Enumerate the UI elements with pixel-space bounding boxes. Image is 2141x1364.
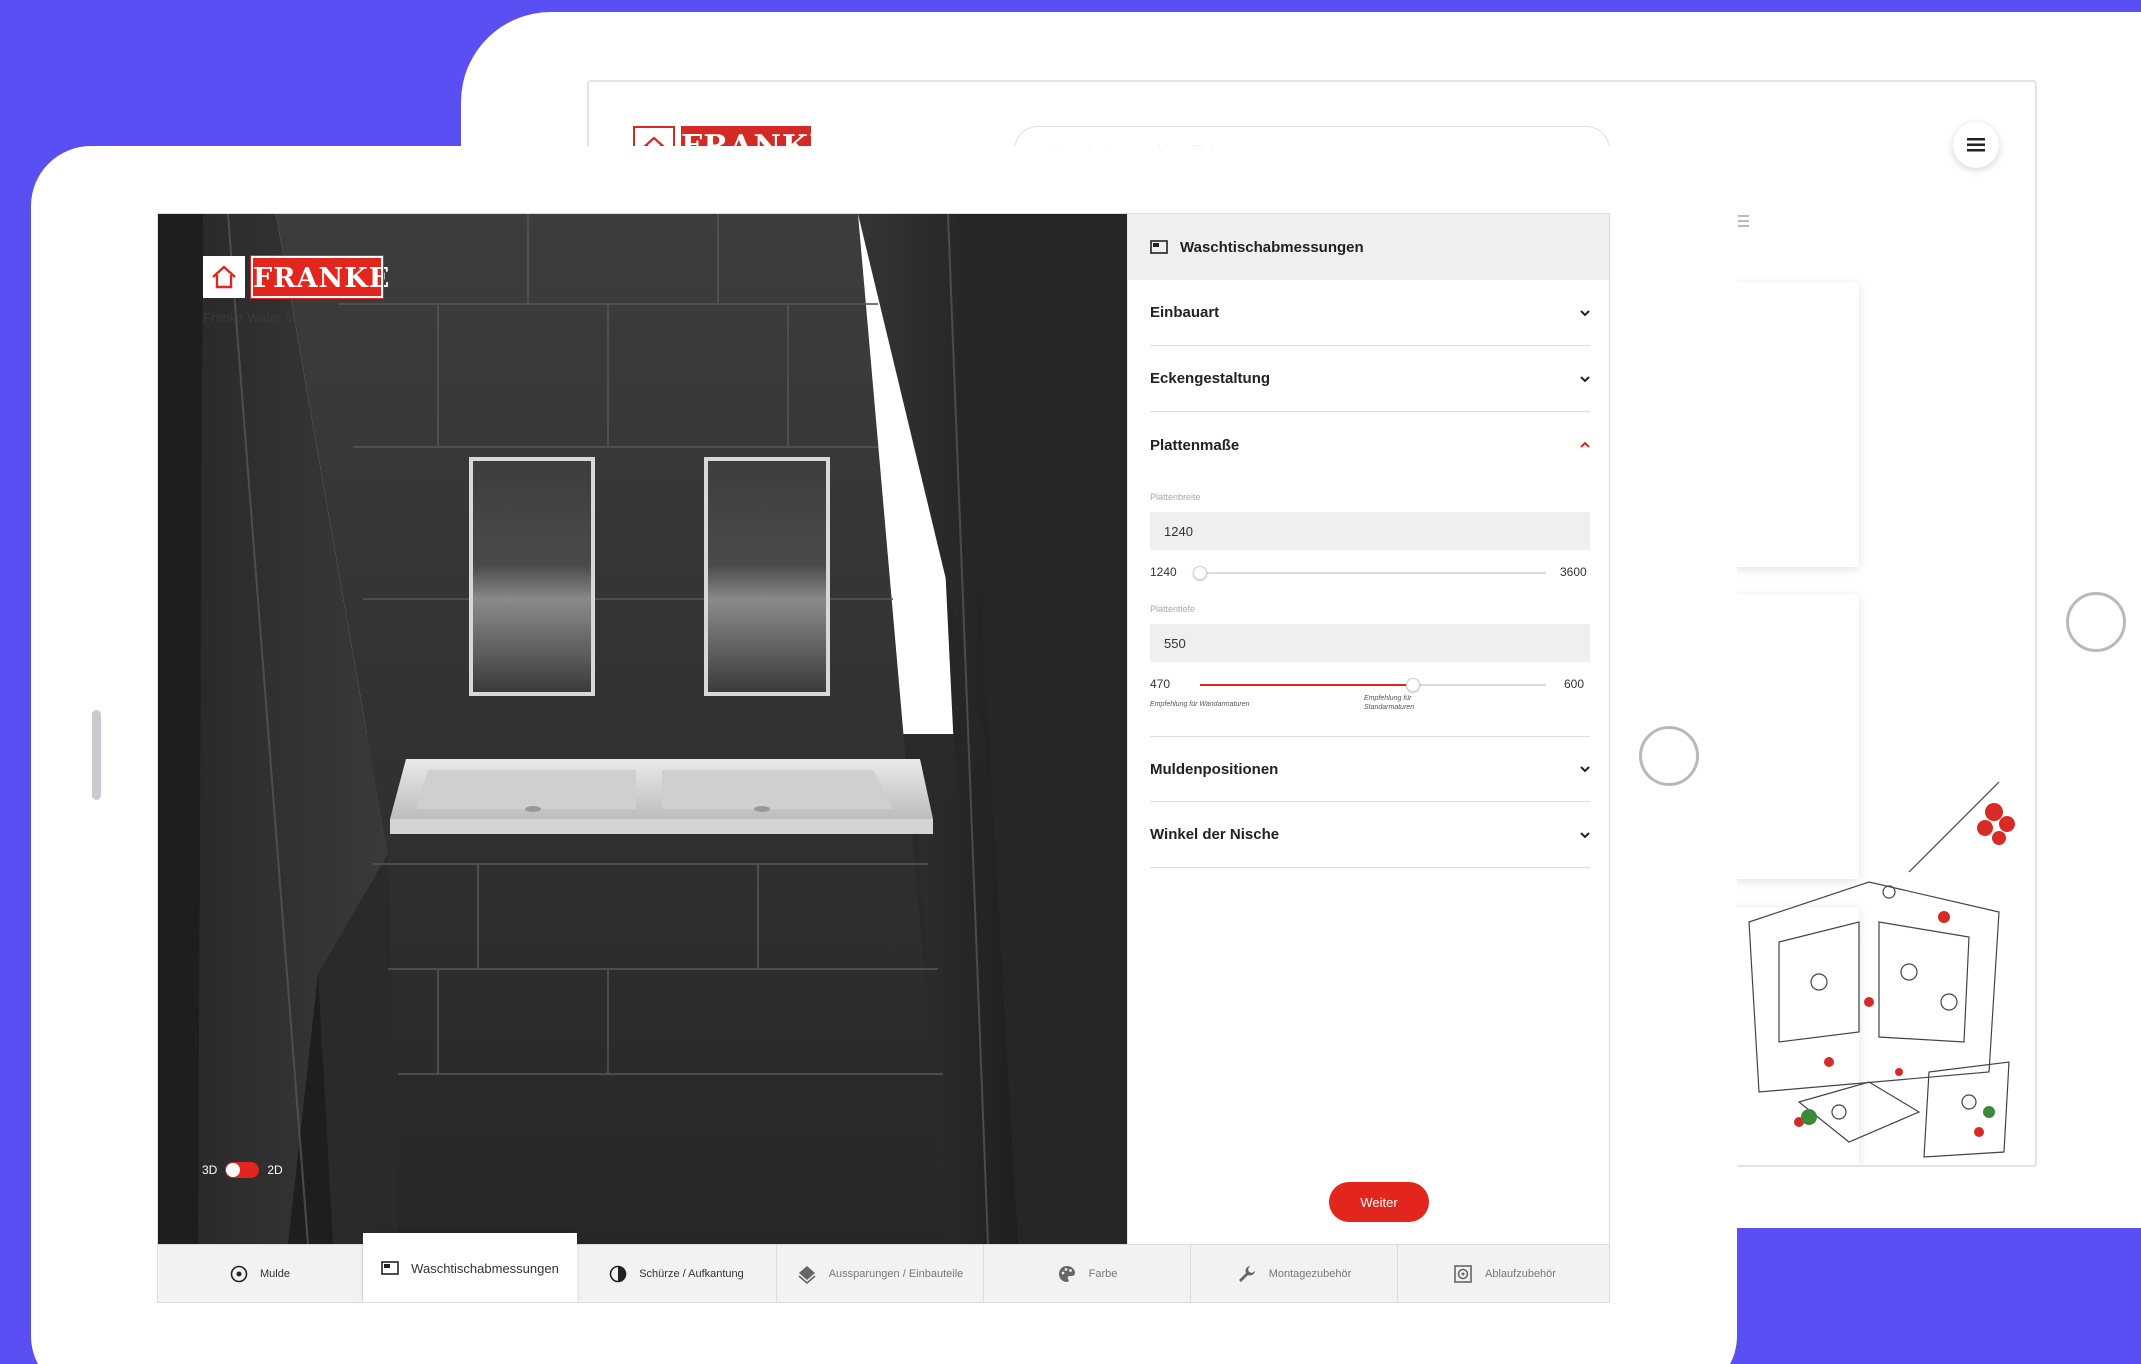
drain-icon (1454, 1265, 1472, 1283)
tab-label: Schürze / Aufkantung (639, 1268, 744, 1280)
plattentiefe-label: Plattentiefe (1150, 604, 1196, 614)
hint-wandarmaturen: Empfehlung für Wandarmaturen (1150, 701, 1250, 708)
accordion-eckengestaltung[interactable]: Eckengestaltung (1150, 346, 1590, 412)
target-icon (230, 1265, 248, 1283)
mode-switch-knob[interactable] (226, 1163, 241, 1177)
plattentiefe-slider[interactable] (1200, 678, 1546, 692)
mode-2d-label: 2D (267, 1163, 283, 1177)
mode-switch[interactable] (225, 1162, 260, 1178)
hamburger-menu-icon[interactable] (1953, 122, 1999, 168)
tab-label: Farbe (1088, 1268, 1118, 1280)
accordion-label: Eckengestaltung (1150, 370, 1271, 387)
tab-label: Waschtischabmessungen (411, 1260, 559, 1276)
chevron-down-icon (1580, 831, 1590, 838)
chevron-down-icon (1580, 766, 1590, 772)
panel-icon (1150, 240, 1168, 254)
palette-icon (1058, 1266, 1075, 1282)
tab-farbe[interactable]: Farbe (984, 1245, 1191, 1302)
accordion-label: Winkel der Nische (1150, 826, 1280, 843)
front-tablet-home-button[interactable] (1639, 726, 1699, 786)
tablet-side-button[interactable] (92, 710, 101, 800)
3d-viewer[interactable]: FRANKE Franke Water Systems 3D 2D (158, 214, 1127, 1244)
plattenbreite-slider[interactable] (1193, 566, 1546, 580)
hint-standarmaturen: Empfehlung für Standarmaturen (1364, 695, 1415, 711)
panel-header: Waschtischabmessungen (1128, 214, 1609, 280)
plattenbreite-label: Plattenbreite (1150, 492, 1201, 502)
accordion-muldenpositionen[interactable]: Muldenpositionen (1150, 736, 1590, 802)
tab-label: Montagezubehör (1268, 1268, 1352, 1280)
tab-montagezubehoer[interactable]: Montagezubehör (1191, 1245, 1398, 1302)
plattentiefe-max: 600 (1564, 677, 1585, 691)
mode-3d-label: 3D (202, 1163, 218, 1177)
tab-mulde[interactable]: Mulde (158, 1245, 363, 1302)
chevron-down-icon (1580, 375, 1590, 382)
panel-icon (381, 1261, 399, 1275)
configurator-app: FRANKE Franke Water Systems 3D 2D Wascht… (157, 213, 1610, 1303)
wrench-icon (1238, 1266, 1255, 1282)
accordion-winkel-der-nische[interactable]: Winkel der Nische (1150, 802, 1590, 868)
accordion-plattenmasse[interactable]: Plattenmaße (1150, 412, 1590, 478)
contrast-icon (609, 1265, 627, 1283)
back-tablet-home-button[interactable] (2066, 592, 2126, 652)
brand-logo: FRANKE (250, 255, 389, 299)
tab-label: Aussparungen / Einbauteile (828, 1268, 964, 1280)
slider-thumb[interactable] (1406, 678, 1420, 692)
tab-label: Mulde (260, 1268, 290, 1280)
tab-label: Ablaufzubehör (1485, 1268, 1556, 1280)
chevron-down-icon (1580, 309, 1590, 316)
layers-icon (798, 1266, 816, 1284)
tab-waschtischabmessungen[interactable]: Waschtischabmessungen (363, 1233, 577, 1302)
slider-thumb[interactable] (1193, 566, 1207, 580)
view-mode-toggle[interactable]: 3D 2D (202, 1162, 283, 1178)
accordion-einbauart[interactable]: Einbauart (1150, 280, 1590, 346)
accordion-label: Plattenmaße (1150, 436, 1240, 454)
plattenbreite-max: 3600 (1560, 565, 1587, 579)
plattentiefe-min: 470 (1150, 677, 1171, 691)
tab-schuerze-aufkantung[interactable]: Schürze / Aufkantung (577, 1245, 777, 1302)
home-icon[interactable] (203, 256, 245, 298)
accordion-label: Muldenpositionen (1150, 760, 1279, 778)
weiter-button[interactable]: Weiter (1329, 1182, 1429, 1222)
bathroom-niche-render[interactable] (158, 214, 1127, 1244)
sketch-illustration (1748, 781, 2015, 1158)
chevron-up-icon (1580, 442, 1590, 448)
tab-ablaufzubehoer[interactable]: Ablaufzubehör (1398, 1245, 1609, 1302)
step-tabs: Mulde Waschtischabmessungen Schürze / Au… (158, 1233, 1609, 1302)
plattenbreite-min: 1240 (1150, 565, 1177, 579)
panel-title: Waschtischabmessungen (1180, 238, 1364, 256)
accordion-label: Einbauart (1150, 304, 1220, 321)
slider-fill (1200, 684, 1413, 686)
settings-panel: Waschtischabmessungen Einbauart Eckenges… (1127, 214, 1609, 1244)
brand-subtitle: Franke Water Systems (203, 310, 335, 325)
plattentiefe-input[interactable] (1150, 624, 1590, 662)
plattenbreite-input[interactable] (1150, 512, 1590, 550)
tab-aussparungen-einbauteile[interactable]: Aussparungen / Einbauteile (777, 1245, 984, 1302)
